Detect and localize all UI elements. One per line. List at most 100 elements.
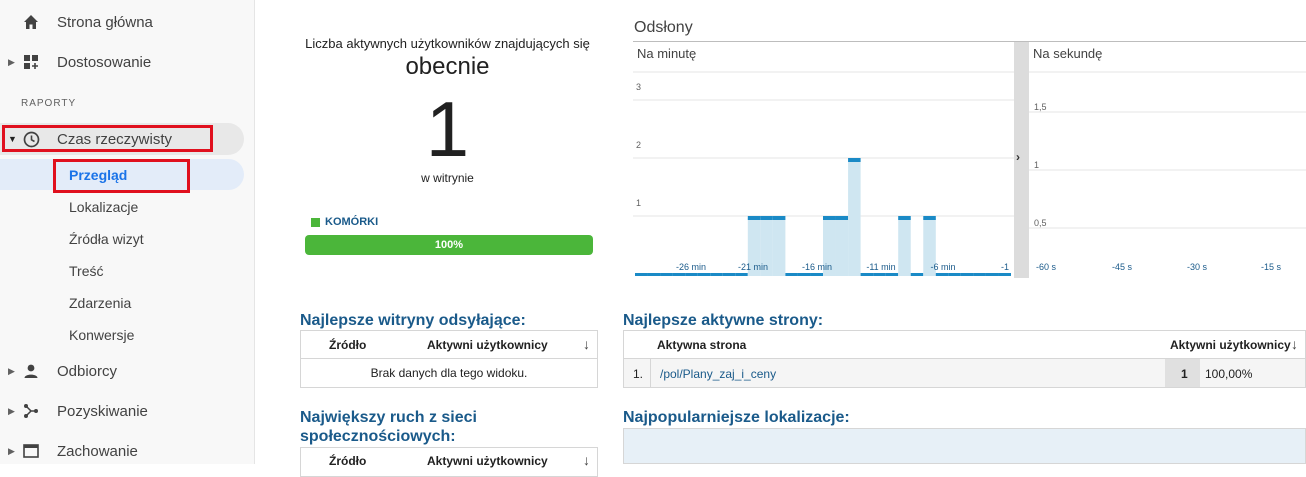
x-tick-label: -26 min [676,262,706,272]
acquisition-icon [22,402,40,420]
y-tick-label: 1 [1034,160,1039,170]
chevron-right-icon: ▶ [8,445,15,456]
chart-baseline-segment [660,273,673,276]
social-col-source[interactable]: Źródło [329,454,366,468]
chart-baseline-segment [935,273,949,276]
nav-item-behavior[interactable]: ▶ Zachowanie [0,435,255,467]
table-row: 1. /pol/Plany_zaj_i_ceny 1 100,00% [624,359,1305,387]
chart-baseline-segment [810,273,823,276]
active-users-count: 1 [425,85,470,173]
top-pages-col-page[interactable]: Aktywna strona [657,338,746,352]
chart-baseline-segment [973,273,986,276]
nav-item-audience[interactable]: ▶ Odbiorcy [0,355,255,387]
chart-baseline-segment [948,273,961,276]
table-divider [301,358,597,359]
chart-bar [898,218,911,276]
chart-bar-cap [848,158,861,162]
chart-bar-cap [835,216,849,220]
top-pages-col-users[interactable]: Aktywni użytkownicy [1170,338,1291,352]
column-divider [650,359,651,387]
chart-bar-cap [898,216,911,220]
highlight-box-overview [53,159,190,193]
x-tick-label: -6 min [930,262,955,272]
chart-baseline-segment [647,273,661,276]
social-col-users[interactable]: Aktywni użytkownicy [427,454,548,468]
social-title-line1: Największy ruch z sieci [300,409,477,426]
y-tick-label: 0,5 [1034,218,1047,228]
x-tick-label: -60 s [1036,262,1057,272]
nav-item-audience-label: Odbiorcy [57,362,118,380]
chart-baseline-segment [710,273,723,276]
window-icon [22,442,40,460]
social-title-line2: społecznościowych: [300,428,456,445]
device-legend-label: KOMÓRKI [325,216,379,228]
nav-item-home-label: Strona główna [57,13,153,31]
sort-down-icon[interactable]: ↓ [583,452,590,468]
social-table: Źródło Aktywni użytkownicy ↓ [300,447,598,477]
nav-item-acquisition[interactable]: ▶ Pozyskiwanie [0,395,255,427]
nav-item-behavior-label: Zachowanie [57,442,138,460]
sub-item-conversions[interactable]: Konwersje [69,327,134,343]
chevron-right-icon: ▶ [8,405,15,416]
nav-item-acquisition-label: Pozyskiwanie [57,402,148,420]
legend-swatch [311,217,320,227]
active-users-now: obecnie [405,53,490,80]
sub-item-events[interactable]: Zdarzenia [69,295,131,311]
sidebar-nav: Strona główna ▶ Dostosowanie RAPORTY ▼ C… [0,0,255,464]
y-tick-label: 2 [636,140,641,150]
chevron-right-icon: ▶ [8,56,15,67]
y-tick-label: 3 [636,82,641,92]
chart-bar-cap [923,216,936,220]
chart-bar [848,160,861,276]
nav-item-home[interactable]: Strona główna [0,6,255,38]
section-label-reports: RAPORTY [21,98,77,109]
sort-down-icon[interactable]: ↓ [583,336,590,352]
referrals-table: Źródło Aktywni użytkownicy ↓ Brak danych… [300,330,598,388]
locations-title: Najpopularniejsze lokalizacje: [623,409,850,426]
home-icon [22,13,40,31]
referrals-title: Najlepsze witryny odsyłające: [300,312,526,329]
sub-item-traffic-sources[interactable]: Źródła wizyt [69,231,144,247]
chart-bar-cap [747,216,761,220]
chart-baseline-segment [985,273,999,276]
chart-baseline-segment [885,273,899,276]
referrals-col-source[interactable]: Źródło [329,338,366,352]
chart-bar-cap [772,216,786,220]
chart-baseline-segment [635,273,648,276]
chart-baseline-segment [910,273,924,276]
chevron-right-icon[interactable]: › [1016,150,1020,164]
chart-baseline-segment [785,273,798,276]
row-page-link[interactable]: /pol/Plany_zaj_i_ceny [660,367,776,381]
x-tick-label: -11 min [866,262,895,272]
x-tick-label: -1 [1001,262,1009,272]
chevron-right-icon: ▶ [8,365,15,376]
chart-baseline-segment [960,273,974,276]
y-tick-label: 1,5 [1034,102,1047,112]
pageviews-title: Odsłony [634,19,693,36]
chart-bar-cap [823,216,836,220]
row-index: 1. [633,367,644,381]
sub-item-locations[interactable]: Lokalizacje [69,199,138,215]
active-users-title: Liczba aktywnych użytkowników znajdujący… [305,36,590,51]
chart-baseline-segment [873,273,886,276]
sub-item-content[interactable]: Treść [69,263,103,279]
sort-down-icon[interactable]: ↓ [1291,336,1298,352]
chart-baseline-segment [685,273,698,276]
device-legend: KOMÓRKI [311,216,378,228]
nav-item-customization[interactable]: ▶ Dostosowanie [0,46,255,78]
chart-baseline-segment [735,273,748,276]
person-icon [22,362,40,380]
x-tick-label: -30 s [1187,262,1208,272]
x-tick-label: -16 min [802,262,832,272]
referrals-col-users[interactable]: Aktywni użytkownicy [427,338,548,352]
row-percent: 100,00% [1205,367,1253,381]
per-minute-label: Na minutę [637,46,697,61]
chart-baseline-segment [672,273,686,276]
active-users-subtitle: w witrynie [421,171,474,185]
locations-map[interactable] [623,428,1306,464]
chart-baseline-segment [722,273,736,276]
top-pages-title: Najlepsze aktywne strony: [623,312,824,329]
per-minute-chart: 1 2 3 -26 min -21 min -16 min -11 min -6 min -1 [633,71,1014,276]
chart-bar [835,218,849,276]
referrals-empty: Brak danych dla tego widoku. [370,366,528,380]
